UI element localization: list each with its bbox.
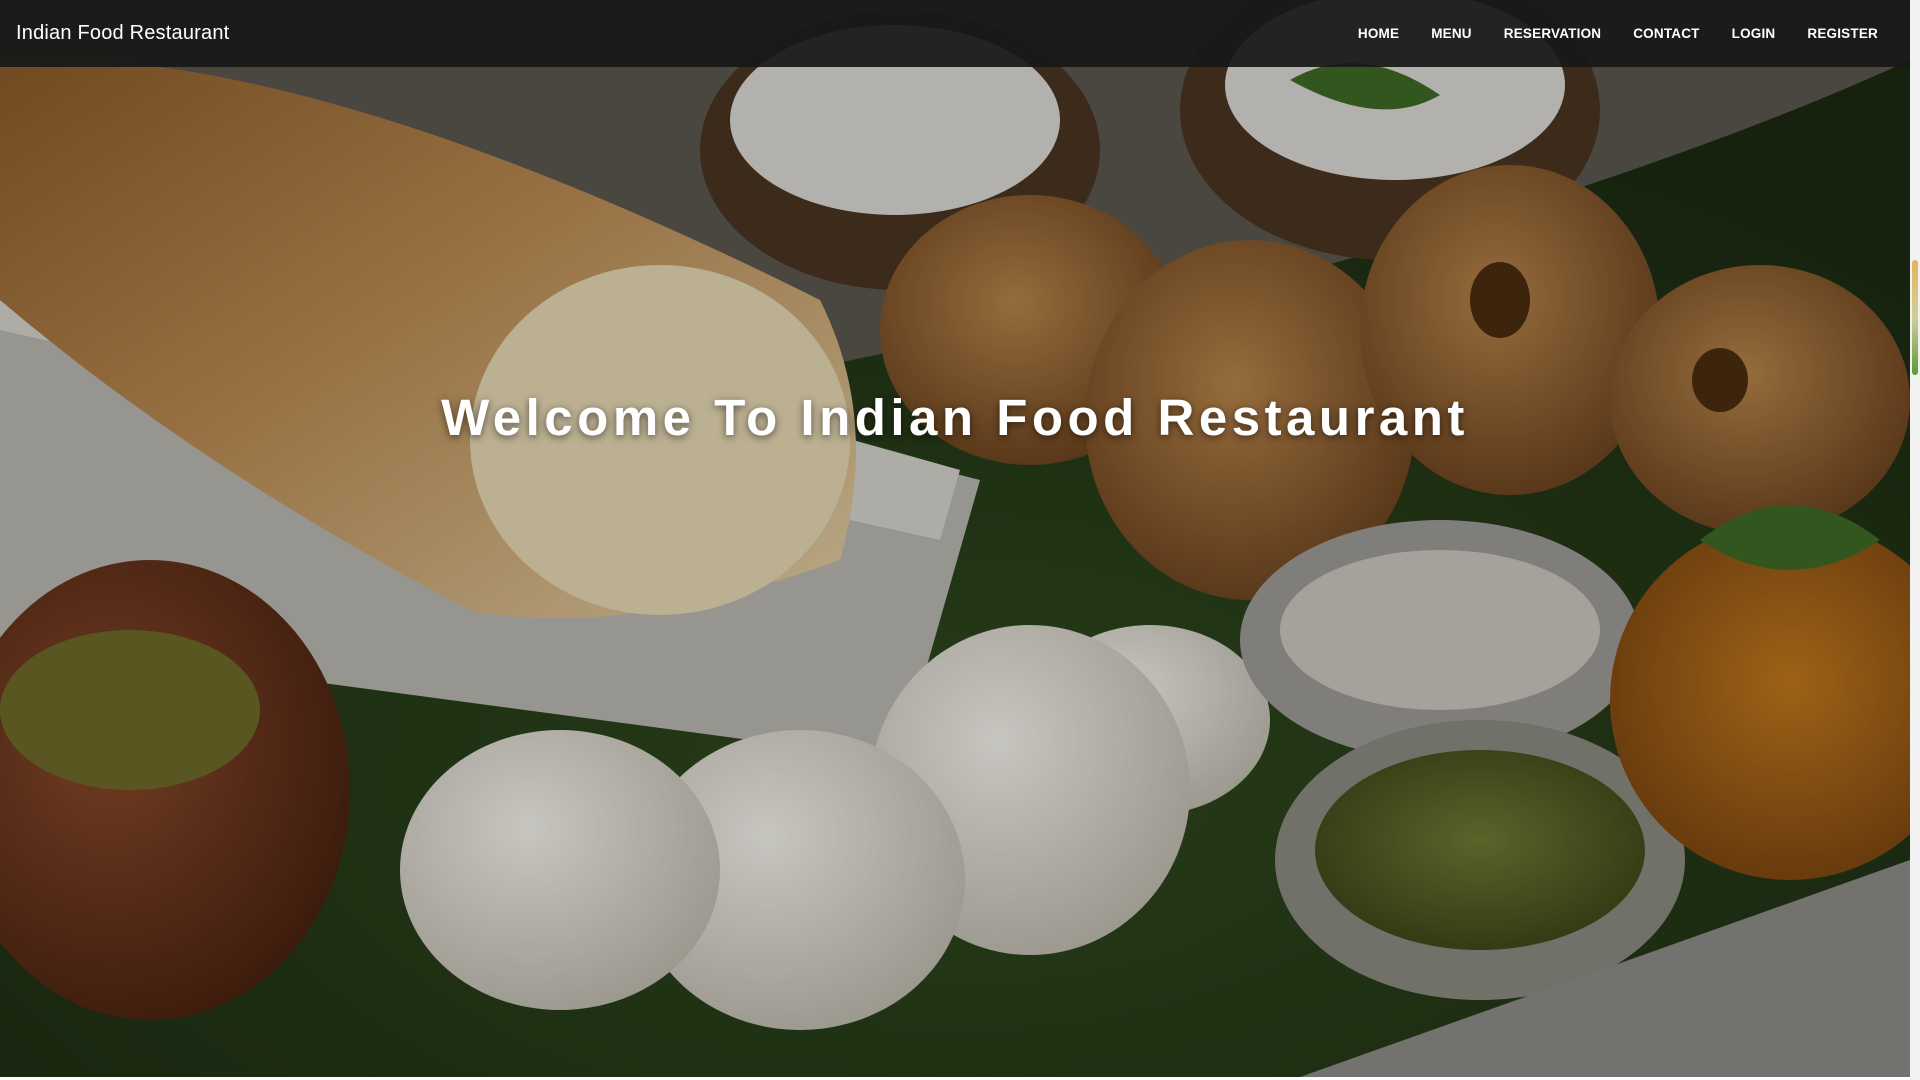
- hero-overlay: [0, 0, 1910, 1077]
- page: Indian Food Restaurant HOME MENU RESERVA…: [0, 0, 1920, 1080]
- nav-links: HOME MENU RESERVATION CONTACT LOGIN REGI…: [1358, 26, 1878, 41]
- hero-title: Welcome To Indian Food Restaurant: [441, 389, 1469, 446]
- top-navbar: Indian Food Restaurant HOME MENU RESERVA…: [0, 0, 1910, 67]
- nav-link-menu[interactable]: MENU: [1431, 26, 1472, 41]
- nav-link-login[interactable]: LOGIN: [1732, 26, 1776, 41]
- hero-background-image: [0, 0, 1910, 1077]
- nav-link-register[interactable]: REGISTER: [1807, 26, 1878, 41]
- brand-logo-link[interactable]: Indian Food Restaurant: [16, 22, 229, 45]
- nav-link-contact[interactable]: CONTACT: [1633, 26, 1699, 41]
- nav-link-reservation[interactable]: RESERVATION: [1504, 26, 1601, 41]
- page-scrollbar[interactable]: [1910, 0, 1920, 1080]
- scrollbar-thumb[interactable]: [1912, 260, 1918, 375]
- nav-link-home[interactable]: HOME: [1358, 26, 1399, 41]
